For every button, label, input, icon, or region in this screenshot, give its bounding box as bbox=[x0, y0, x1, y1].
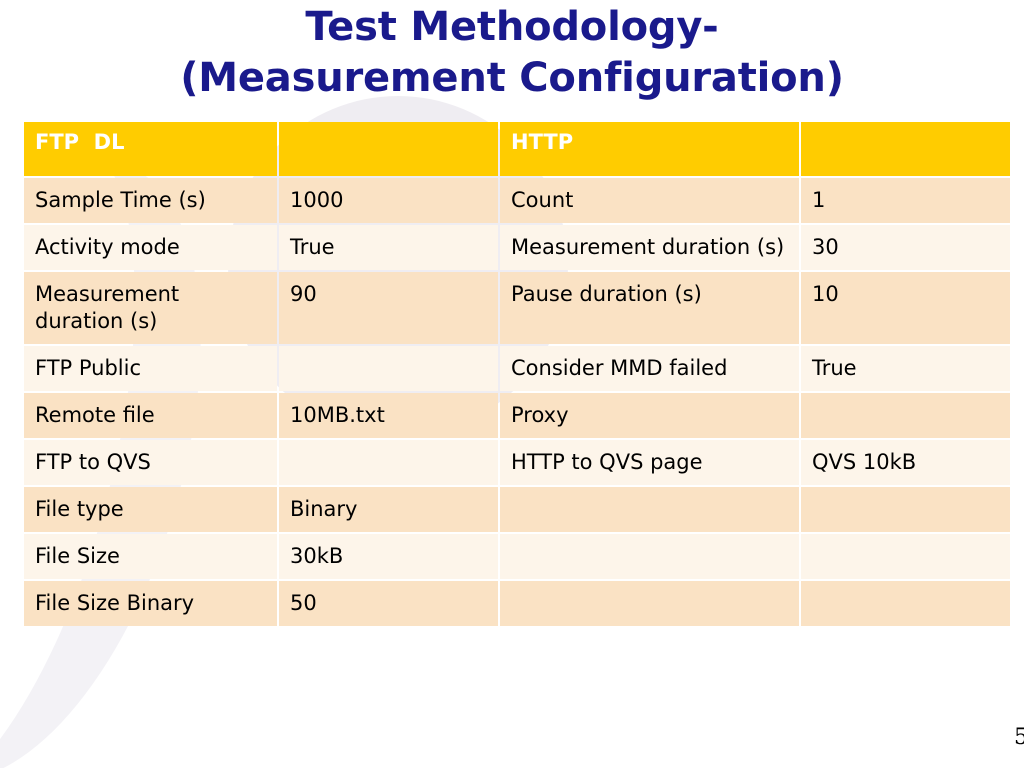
cell-ftp-value: 1000 bbox=[279, 178, 498, 223]
column-header-http-value bbox=[801, 122, 1010, 176]
cell-ftp-value bbox=[279, 440, 498, 485]
cell-ftp-value bbox=[279, 346, 498, 391]
cell-http-value bbox=[801, 393, 1010, 438]
slide-title: Test Methodology- (Measurement Configura… bbox=[0, 0, 1024, 104]
table-row: FTP Public Consider MMD failed True bbox=[24, 346, 1010, 391]
table-row: FTP to QVS HTTP to QVS page QVS 10kB bbox=[24, 440, 1010, 485]
table-row: File Size 30kB bbox=[24, 534, 1010, 579]
cell-ftp-parameter: FTP to QVS bbox=[24, 440, 277, 485]
title-line-2: (Measurement Configuration) bbox=[180, 55, 844, 101]
table-row: Remote file 10MB.txt Proxy bbox=[24, 393, 1010, 438]
measurement-configuration-table: FTP DL HTTP Sample Time (s) 1000 Count 1 Act… bbox=[22, 120, 1012, 628]
cell-http-parameter bbox=[500, 534, 799, 579]
cell-http-parameter: Consider MMD failed bbox=[500, 346, 799, 391]
cell-http-parameter: Measurement duration (s) bbox=[500, 225, 799, 270]
cell-http-value bbox=[801, 581, 1010, 626]
table-row: Sample Time (s) 1000 Count 1 bbox=[24, 178, 1010, 223]
cell-http-value: QVS 10kB bbox=[801, 440, 1010, 485]
cell-http-parameter: HTTP to QVS page bbox=[500, 440, 799, 485]
title-line-1: Test Methodology- bbox=[305, 4, 719, 50]
page-number: 5 bbox=[1014, 725, 1024, 750]
cell-ftp-parameter: Activity mode bbox=[24, 225, 277, 270]
cell-http-parameter: Count bbox=[500, 178, 799, 223]
cell-http-value: 1 bbox=[801, 178, 1010, 223]
cell-ftp-parameter: File Size bbox=[24, 534, 277, 579]
table-row: Activity mode True Measurement duration (s… bbox=[24, 225, 1010, 270]
cell-http-value: True bbox=[801, 346, 1010, 391]
cell-ftp-value: 30kB bbox=[279, 534, 498, 579]
cell-ftp-parameter: File Size Binary bbox=[24, 581, 277, 626]
cell-http-parameter bbox=[500, 581, 799, 626]
column-header-http: HTTP bbox=[500, 122, 799, 176]
cell-ftp-parameter: FTP Public bbox=[24, 346, 277, 391]
cell-http-value bbox=[801, 487, 1010, 532]
cell-ftp-parameter: File type bbox=[24, 487, 277, 532]
table-row: File Size Binary 50 bbox=[24, 581, 1010, 626]
cell-ftp-parameter: Sample Time (s) bbox=[24, 178, 277, 223]
column-header-ftp-value bbox=[279, 122, 498, 176]
cell-ftp-value: True bbox=[279, 225, 498, 270]
cell-ftp-value: 10MB.txt bbox=[279, 393, 498, 438]
cell-http-parameter: Proxy bbox=[500, 393, 799, 438]
cell-http-value: 10 bbox=[801, 272, 1010, 344]
cell-ftp-parameter: Measurement duration (s) bbox=[24, 272, 277, 344]
cell-ftp-value: 50 bbox=[279, 581, 498, 626]
cell-http-parameter bbox=[500, 487, 799, 532]
cell-ftp-value: 90 bbox=[279, 272, 498, 344]
cell-ftp-value: Binary bbox=[279, 487, 498, 532]
cell-http-value: 30 bbox=[801, 225, 1010, 270]
cell-http-parameter: Pause duration (s) bbox=[500, 272, 799, 344]
cell-ftp-parameter: Remote file bbox=[24, 393, 277, 438]
table-row: File type Binary bbox=[24, 487, 1010, 532]
column-header-ftp-dl: FTP DL bbox=[24, 122, 277, 176]
cell-http-value bbox=[801, 534, 1010, 579]
table-header-row: FTP DL HTTP bbox=[24, 122, 1010, 176]
table-row: Measurement duration (s) 90 Pause duration… bbox=[24, 272, 1010, 344]
